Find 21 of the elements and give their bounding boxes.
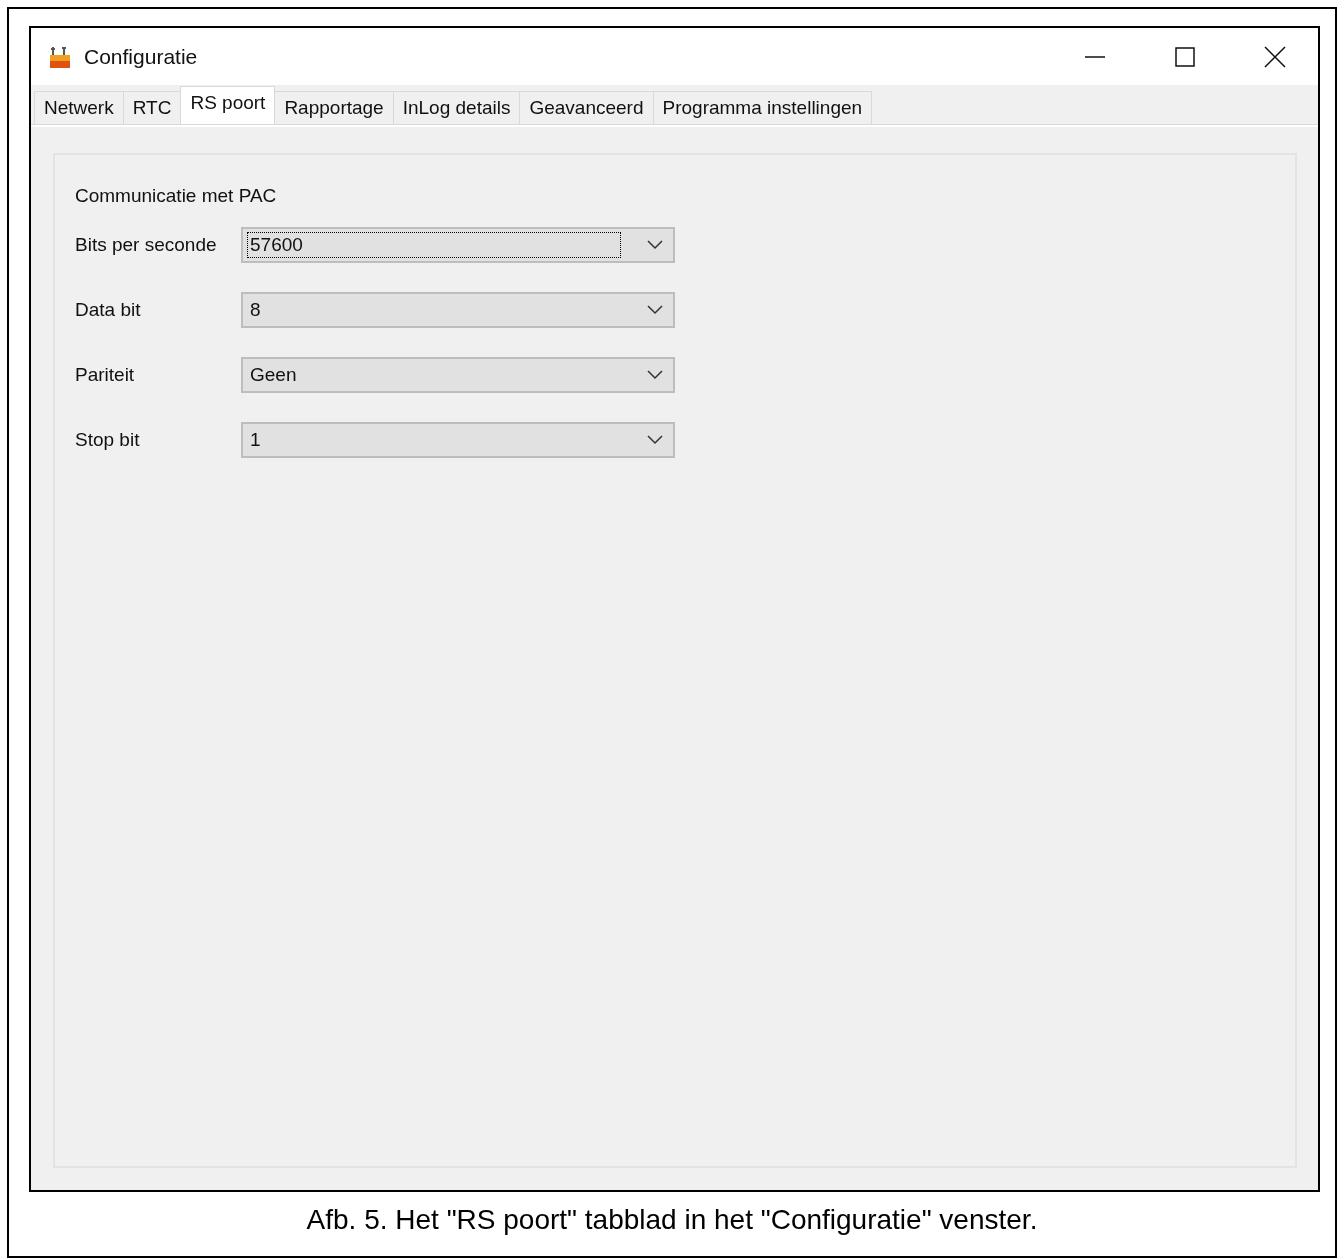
close-icon[interactable]	[1264, 45, 1286, 68]
tab[interactable]: Netwerk	[34, 91, 124, 124]
tab[interactable]: RS poort	[180, 86, 276, 124]
window-title: Configuratie	[84, 44, 198, 69]
dropdown[interactable]: Geen	[241, 357, 675, 393]
section-heading: Communicatie met PAC	[75, 185, 278, 207]
toolbox-icon	[48, 44, 72, 69]
field-label: Bits per seconde	[75, 234, 218, 256]
dropdown[interactable]: 8	[241, 292, 675, 328]
maximize-icon[interactable]	[1174, 45, 1196, 68]
field-label: Pariteit	[75, 364, 136, 386]
chevron-down-icon	[647, 435, 663, 445]
dropdown[interactable]: 1	[241, 422, 675, 458]
chevron-down-icon	[647, 370, 663, 380]
dropdown[interactable]: 57600	[241, 227, 675, 263]
tab[interactable]: Programma instellingen	[652, 91, 873, 124]
field-label: Data bit	[75, 299, 142, 321]
chevron-down-icon	[647, 305, 663, 315]
chevron-down-icon	[647, 240, 663, 250]
field-label: Stop bit	[75, 429, 141, 451]
figure-caption: Afb. 5. Het "RS poort" tabblad in het "Configuratie" venster.	[305, 1204, 1039, 1236]
